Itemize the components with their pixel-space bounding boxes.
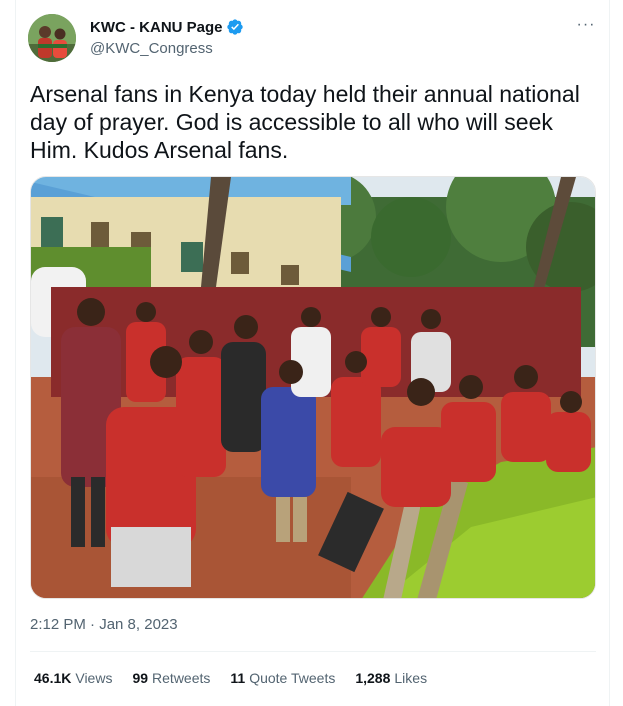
more-options-icon[interactable]: ··· bbox=[574, 16, 598, 36]
views-label: Views bbox=[75, 670, 113, 686]
views-count: 46.1K bbox=[34, 670, 72, 686]
tweet-text: Arsenal fans in Kenya today held their a… bbox=[30, 81, 580, 163]
retweets-count: 99 bbox=[132, 670, 149, 686]
timeline-border-right bbox=[609, 0, 610, 706]
quote-tweets-count: 11 bbox=[230, 670, 246, 686]
tweet-timestamp[interactable]: 2:12 PM · Jan 8, 2023 bbox=[30, 616, 178, 633]
likes-count: 1,288 bbox=[355, 670, 391, 686]
retweets-label: Retweets bbox=[152, 670, 211, 686]
verified-badge-icon bbox=[226, 19, 243, 35]
quote-tweets-label: Quote Tweets bbox=[249, 670, 336, 686]
tweet-photo[interactable] bbox=[30, 176, 596, 599]
avatar[interactable] bbox=[28, 14, 76, 62]
tweet-card: KWC - KANU Page @KWC_Congress ··· Arsena… bbox=[0, 0, 623, 706]
divider bbox=[30, 651, 596, 652]
stat-quote-tweets[interactable]: 11 Quote Tweets bbox=[230, 670, 335, 686]
timeline-border-left bbox=[15, 0, 16, 706]
crowd-photo-image bbox=[31, 177, 595, 598]
author-names: KWC - KANU Page @KWC_Congress bbox=[90, 17, 244, 57]
stat-retweets[interactable]: 99 Retweets bbox=[132, 670, 210, 686]
tweet-stats: 46.1K Views 99 Retweets 11 Quote Tweets … bbox=[34, 670, 447, 686]
display-name[interactable]: KWC - KANU Page bbox=[90, 19, 223, 36]
tweet-header: KWC - KANU Page @KWC_Congress ··· bbox=[28, 14, 598, 66]
author-handle[interactable]: @KWC_Congress bbox=[90, 40, 244, 57]
likes-label: Likes bbox=[394, 670, 428, 686]
stat-likes[interactable]: 1,288 Likes bbox=[355, 670, 427, 686]
display-name-row: KWC - KANU Page bbox=[90, 17, 244, 37]
stat-views[interactable]: 46.1K Views bbox=[34, 670, 112, 686]
